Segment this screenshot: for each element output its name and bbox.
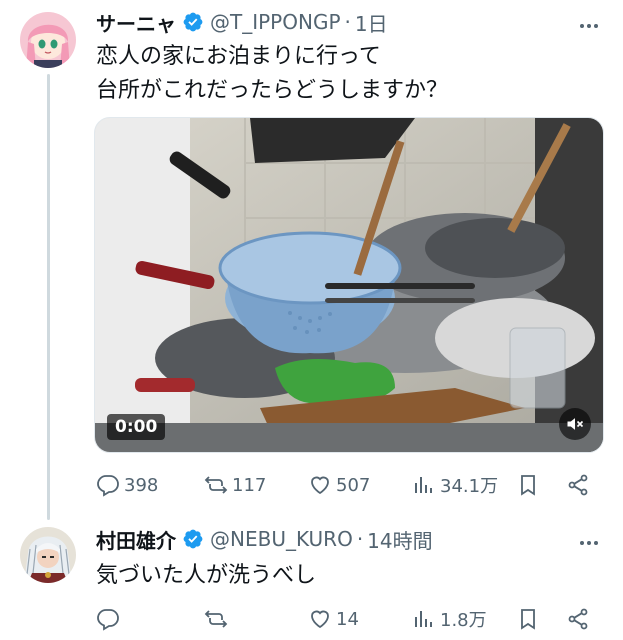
reply-icon [97, 609, 119, 631]
views-count: 34.1万 [440, 476, 499, 497]
more-icon[interactable] [577, 14, 601, 38]
bookmark-icon [521, 609, 535, 630]
retweet-icon [204, 476, 228, 494]
retweet-count: 117 [232, 474, 267, 496]
views-count: 1.8万 [440, 610, 487, 631]
reply-icon [97, 475, 119, 497]
like-count: 507 [336, 474, 371, 496]
views-button[interactable]: 34.1万 [412, 472, 498, 498]
like-button[interactable]: 507 [308, 473, 370, 497]
tweet-text-line: 恋人の家にお泊まりに行って [96, 44, 381, 69]
video-timer: 0:00 [107, 414, 166, 440]
reply-count: 398 [124, 474, 159, 496]
handle[interactable]: @T_IPPONGP [210, 10, 341, 34]
share-icon [568, 608, 588, 630]
bookmark-icon [521, 475, 535, 496]
like-icon [311, 476, 329, 495]
handle[interactable]: @NEBU_KURO [210, 527, 353, 551]
views-button[interactable]: 1.8万 [412, 606, 487, 632]
tweet-1[interactable]: サーニャ @T_IPPONGP · 1日 恋人の家にお泊まりに行って 台所がこれ… [0, 0, 623, 520]
views-icon [415, 477, 432, 493]
timestamp[interactable]: 1日 [355, 8, 388, 37]
bookmark-button[interactable] [516, 607, 540, 631]
views-icon [415, 611, 432, 627]
avatar-sanya[interactable] [20, 12, 76, 68]
reply-button[interactable]: 398 [96, 473, 158, 497]
mute-icon[interactable] [559, 408, 591, 440]
thread-line [47, 74, 50, 520]
tweet-text: 恋人の家にお泊まりに行って 台所がこれだったらどうしますか？ [96, 40, 448, 108]
share-button[interactable] [566, 473, 590, 497]
like-button[interactable]: 14 [308, 607, 359, 631]
tweet-text: 気づいた人が洗うべし [96, 559, 316, 593]
display-name[interactable]: サーニャ [96, 8, 176, 37]
separator-dot: · [356, 527, 364, 551]
tweet-text-line: 気づいた人が洗うべし [96, 563, 317, 588]
verified-badge-icon [182, 528, 204, 550]
like-count: 14 [336, 608, 359, 630]
share-button[interactable] [566, 607, 590, 631]
tweet-header: 村田雄介 @NEBU_KURO · 14時間 [96, 525, 433, 553]
retweet-button[interactable] [204, 607, 228, 631]
reply-button[interactable] [96, 607, 120, 631]
display-name[interactable]: 村田雄介 [96, 525, 176, 554]
tweet-actions: 14 1.8万 [96, 604, 607, 634]
like-icon [311, 610, 329, 629]
avatar-murata[interactable] [20, 527, 76, 583]
separator-dot: · [344, 10, 351, 34]
video-player[interactable]: 0:00 [94, 117, 604, 453]
manga-avatar-image [20, 527, 76, 583]
tweet-header: サーニャ @T_IPPONGP · 1日 [96, 8, 388, 36]
more-icon[interactable] [577, 531, 601, 555]
tweet-2[interactable]: 村田雄介 @NEBU_KURO · 14時間 気づいた人が洗うべし 14 1.8… [0, 515, 623, 640]
anime-avatar-image [20, 12, 76, 68]
timestamp[interactable]: 14時間 [367, 525, 432, 554]
retweet-button[interactable]: 117 [204, 473, 266, 497]
share-icon [568, 474, 588, 496]
tweet-actions: 398 117 507 34.1万 [96, 470, 607, 500]
bookmark-button[interactable] [516, 473, 540, 497]
verified-badge-icon [182, 11, 204, 33]
retweet-icon [204, 610, 228, 628]
tweet-text-line: 台所がこれだったらどうしますか？ [96, 78, 449, 103]
kitchen-sink-video-frame [95, 118, 603, 452]
